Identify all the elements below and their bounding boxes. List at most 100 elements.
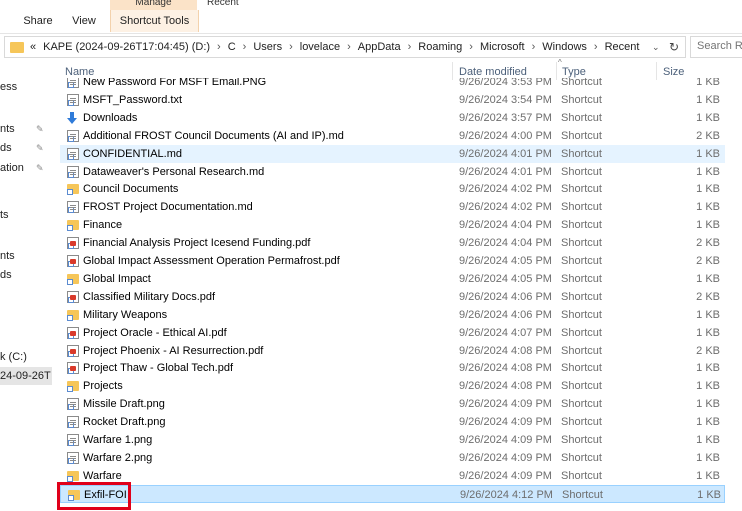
file-size: 1 KB bbox=[696, 362, 720, 375]
file-row[interactable]: Dataweaver's Personal Research.md 9/26/20… bbox=[60, 163, 725, 181]
file-date-modified: 9/26/2024 4:04 PM bbox=[459, 237, 552, 250]
file-row[interactable]: Warfare 9/26/2024 4:09 PM Shortcut 1 KB bbox=[60, 467, 725, 485]
file-row[interactable]: MSFT_Password.txt 9/26/2024 3:54 PM Shortc… bbox=[60, 91, 725, 109]
file-size: 1 KB bbox=[696, 183, 720, 196]
column-header-date[interactable]: Date modified bbox=[459, 66, 527, 78]
download-icon bbox=[67, 111, 79, 124]
file-row[interactable]: FROST Project Documentation.md 9/26/2024 … bbox=[60, 198, 725, 216]
chevron-down-icon[interactable]: ⌄ bbox=[652, 37, 660, 57]
file-row[interactable]: Missile Draft.png 9/26/2024 4:09 PM Shortc… bbox=[60, 395, 725, 413]
chevron-right-icon[interactable]: › bbox=[408, 41, 412, 53]
file-row[interactable]: Project Oracle - Ethical AI.pdf 9/26/2024… bbox=[60, 324, 725, 342]
file-date-modified: 9/26/2024 4:08 PM bbox=[459, 380, 552, 393]
pin-icon[interactable]: ✎ bbox=[36, 120, 44, 138]
chevron-right-icon[interactable]: › bbox=[347, 41, 351, 53]
file-size: 1 KB bbox=[696, 451, 720, 464]
tab-share[interactable]: Share bbox=[20, 10, 56, 32]
shortcut-arrow-icon bbox=[68, 332, 74, 339]
nav-item[interactable]: ds ✎ bbox=[0, 139, 52, 157]
file-row[interactable]: New Password For MSFT Email.PNG 9/26/2024… bbox=[60, 78, 725, 91]
file-row[interactable]: Rocket Draft.png 9/26/2024 4:09 PM Shortcu… bbox=[60, 413, 725, 431]
shortcut-arrow-icon bbox=[68, 82, 74, 88]
shortcut-arrow-icon bbox=[67, 314, 73, 321]
nav-item[interactable]: ds bbox=[0, 266, 52, 284]
search-input[interactable] bbox=[691, 37, 742, 55]
file-size: 1 KB bbox=[696, 434, 720, 446]
shortcut-arrow-icon bbox=[68, 350, 74, 357]
file-type: Shortcut bbox=[561, 237, 602, 250]
file-row[interactable]: Downloads 9/26/2024 3:57 PM Shortcut 1 KB bbox=[60, 109, 725, 127]
file-name: Dataweaver's Personal Research.md bbox=[83, 165, 265, 178]
nav-item[interactable]: nts bbox=[0, 247, 52, 265]
shortcut-arrow-icon bbox=[68, 457, 74, 464]
file-size: 1 KB bbox=[696, 416, 720, 429]
shortcut-arrow-icon bbox=[68, 99, 74, 106]
file-type: Shortcut bbox=[561, 434, 602, 446]
search-box[interactable] bbox=[690, 36, 742, 58]
file-name: Missile Draft.png bbox=[83, 398, 165, 411]
file-type: Shortcut bbox=[561, 111, 602, 124]
column-header-name[interactable]: Name bbox=[65, 66, 94, 78]
file-row[interactable]: Project Phoenix - AI Resurrection.pdf 9/2… bbox=[60, 342, 725, 360]
breadcrumb-item[interactable]: Roaming bbox=[418, 41, 462, 53]
file-row[interactable]: Finance 9/26/2024 4:04 PM Shortcut 1 KB bbox=[60, 216, 725, 234]
ribbon: Manage Recent Share View Shortcut Tools bbox=[0, 0, 742, 34]
address-bar[interactable]: « KAPE (2024-09-26T17:04:45) (D:) › C › Users… bbox=[4, 36, 666, 58]
breadcrumb-item[interactable]: KAPE (2024-09-26T17:04:45) (D:) bbox=[43, 41, 210, 53]
breadcrumb-item[interactable]: C bbox=[228, 41, 236, 53]
column-header-type[interactable]: Type bbox=[562, 66, 586, 78]
breadcrumb-item[interactable]: « bbox=[30, 41, 36, 53]
pin-icon[interactable]: ✎ bbox=[36, 159, 44, 177]
file-row[interactable]: Military Weapons 9/26/2024 4:06 PM Shortcu… bbox=[60, 306, 725, 324]
chevron-right-icon[interactable]: › bbox=[532, 41, 536, 53]
file-row[interactable]: Warfare 1.png 9/26/2024 4:09 PM Shortcut 1 … bbox=[60, 431, 725, 449]
file-type: Shortcut bbox=[561, 451, 602, 464]
file-row[interactable]: Additional FROST Council Documents (AI a… bbox=[60, 127, 725, 145]
column-header-size[interactable]: Size bbox=[663, 66, 684, 78]
tab-view[interactable]: View bbox=[66, 10, 102, 32]
breadcrumb-item[interactable]: Windows bbox=[542, 41, 587, 53]
chevron-right-icon[interactable]: › bbox=[594, 41, 598, 53]
file-row[interactable]: Global Impact 9/26/2024 4:05 PM Shortcut 1 … bbox=[60, 270, 725, 288]
nav-item[interactable]: k (C:) bbox=[0, 348, 52, 366]
nav-item[interactable]: 24-09-26T bbox=[0, 367, 52, 385]
file-row[interactable]: Global Impact Assessment Operation Perma… bbox=[60, 252, 725, 270]
breadcrumb-item[interactable]: Microsoft bbox=[480, 41, 525, 53]
nav-item[interactable]: ts bbox=[0, 206, 52, 224]
file-row[interactable]: Classified Military Docs.pdf 9/26/2024 4:… bbox=[60, 288, 725, 306]
file-row[interactable]: Financial Analysis Project Icesend Fundi… bbox=[60, 234, 725, 252]
breadcrumb-item[interactable]: lovelace bbox=[300, 41, 340, 53]
chevron-right-icon[interactable]: › bbox=[217, 41, 221, 53]
refresh-icon[interactable]: ↻ bbox=[663, 36, 686, 58]
tab-shortcut-tools[interactable]: Shortcut Tools bbox=[110, 10, 199, 32]
file-date-modified: 9/26/2024 4:01 PM bbox=[459, 165, 552, 178]
file-date-modified: 9/26/2024 4:00 PM bbox=[459, 129, 552, 142]
pin-icon[interactable]: ✎ bbox=[36, 139, 44, 157]
breadcrumb-item[interactable]: Recent bbox=[605, 41, 640, 53]
nav-item[interactable]: ation ✎ bbox=[0, 159, 52, 177]
file-row[interactable]: Council Documents 9/26/2024 4:02 PM Shortc… bbox=[60, 180, 725, 198]
file-row[interactable]: Projects 9/26/2024 4:08 PM Shortcut 1 KB bbox=[60, 377, 725, 395]
file-date-modified: 9/26/2024 3:53 PM bbox=[459, 78, 552, 88]
file-type: Shortcut bbox=[561, 362, 602, 375]
file-size: 1 KB bbox=[697, 488, 721, 501]
chevron-right-icon[interactable]: › bbox=[289, 41, 293, 53]
file-date-modified: 9/26/2024 4:02 PM bbox=[459, 201, 552, 214]
file-explorer-window: Manage Recent Share View Shortcut Tools … bbox=[0, 0, 742, 511]
file-size: 1 KB bbox=[696, 272, 720, 285]
file-row[interactable]: Warfare 2.png 9/26/2024 4:09 PM Shortcut 1 … bbox=[60, 449, 725, 467]
nav-item[interactable]: nts ✎ bbox=[0, 120, 52, 138]
file-size: 1 KB bbox=[696, 308, 720, 321]
breadcrumb-item[interactable]: Users bbox=[253, 41, 282, 53]
chevron-right-icon[interactable]: › bbox=[469, 41, 473, 53]
folder-icon bbox=[67, 184, 79, 196]
chevron-right-icon[interactable]: › bbox=[243, 41, 247, 53]
nav-item[interactable]: ess bbox=[0, 78, 52, 96]
pdf-icon bbox=[67, 255, 79, 267]
file-row[interactable]: CONFIDENTIAL.md 9/26/2024 4:01 PM Shortcut… bbox=[60, 144, 725, 163]
file-row[interactable]: Project Thaw - Global Tech.pdf 9/26/2024 … bbox=[60, 359, 725, 377]
breadcrumb-item[interactable]: AppData bbox=[358, 41, 401, 53]
file-size: 1 KB bbox=[696, 469, 720, 482]
file-row[interactable]: Exfil-FOI 9/26/2024 4:12 PM Shortcut 1 KB bbox=[60, 484, 725, 503]
folder-icon bbox=[67, 381, 79, 393]
